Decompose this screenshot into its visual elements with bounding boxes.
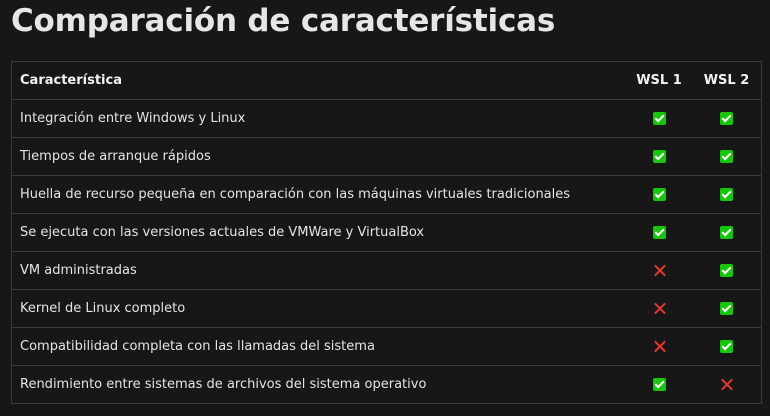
cross-icon	[653, 302, 666, 315]
wsl1-cell	[626, 327, 692, 366]
table-row: VM administradas	[11, 251, 762, 290]
header-wsl2: WSL 2	[692, 61, 762, 100]
table-row: Rendimiento entre sistemas de archivos d…	[11, 365, 762, 404]
wsl2-cell	[692, 99, 762, 138]
table-row: Se ejecuta con las versiones actuales de…	[11, 213, 762, 252]
table-body: Integración entre Windows y Linux Tiempo…	[11, 99, 762, 404]
feature-cell: Tiempos de arranque rápidos	[11, 137, 626, 176]
wsl2-cell	[692, 251, 762, 290]
check-icon	[652, 112, 666, 125]
wsl1-cell	[626, 99, 692, 138]
check-icon	[720, 264, 733, 277]
feature-cell: Huella de recurso pequeña en comparación…	[11, 175, 626, 214]
wsl1-cell	[626, 289, 692, 328]
wsl2-cell	[692, 213, 762, 252]
check-icon	[652, 150, 666, 163]
table-header-row: Característica WSL 1 WSL 2	[11, 61, 762, 100]
header-feature: Característica	[11, 61, 626, 100]
check-icon	[652, 378, 666, 391]
feature-comparison-table: Característica WSL 1 WSL 2 Integración e…	[11, 61, 762, 404]
wsl2-cell	[692, 175, 762, 214]
table-row: Huella de recurso pequeña en comparación…	[11, 175, 762, 214]
cross-icon	[720, 378, 733, 391]
feature-cell: Se ejecuta con las versiones actuales de…	[11, 213, 626, 252]
feature-cell: Compatibilidad completa con las llamadas…	[11, 327, 626, 366]
check-icon	[652, 188, 666, 201]
wsl1-cell	[626, 213, 692, 252]
wsl1-cell	[626, 251, 692, 290]
table-row: Integración entre Windows y Linux	[11, 99, 762, 138]
check-icon	[720, 340, 733, 353]
page-title: Comparación de características	[11, 3, 556, 39]
page: Comparación de características Caracterí…	[0, 0, 770, 416]
cross-icon	[653, 340, 666, 353]
wsl1-cell	[626, 137, 692, 176]
check-icon	[720, 302, 733, 315]
feature-cell: Kernel de Linux completo	[11, 289, 626, 328]
table-row: Compatibilidad completa con las llamadas…	[11, 327, 762, 366]
check-icon	[720, 150, 733, 163]
feature-cell: Integración entre Windows y Linux	[11, 99, 626, 138]
check-icon	[720, 226, 733, 239]
wsl1-cell	[626, 365, 692, 404]
wsl2-cell	[692, 365, 762, 404]
check-icon	[720, 112, 733, 125]
table-row: Tiempos de arranque rápidos	[11, 137, 762, 176]
wsl2-cell	[692, 327, 762, 366]
wsl1-cell	[626, 175, 692, 214]
wsl2-cell	[692, 289, 762, 328]
check-icon	[720, 188, 733, 201]
feature-cell: VM administradas	[11, 251, 626, 290]
check-icon	[652, 226, 666, 239]
header-wsl1: WSL 1	[626, 61, 692, 100]
table-row: Kernel de Linux completo	[11, 289, 762, 328]
cross-icon	[653, 264, 666, 277]
wsl2-cell	[692, 137, 762, 176]
feature-cell: Rendimiento entre sistemas de archivos d…	[11, 365, 626, 404]
